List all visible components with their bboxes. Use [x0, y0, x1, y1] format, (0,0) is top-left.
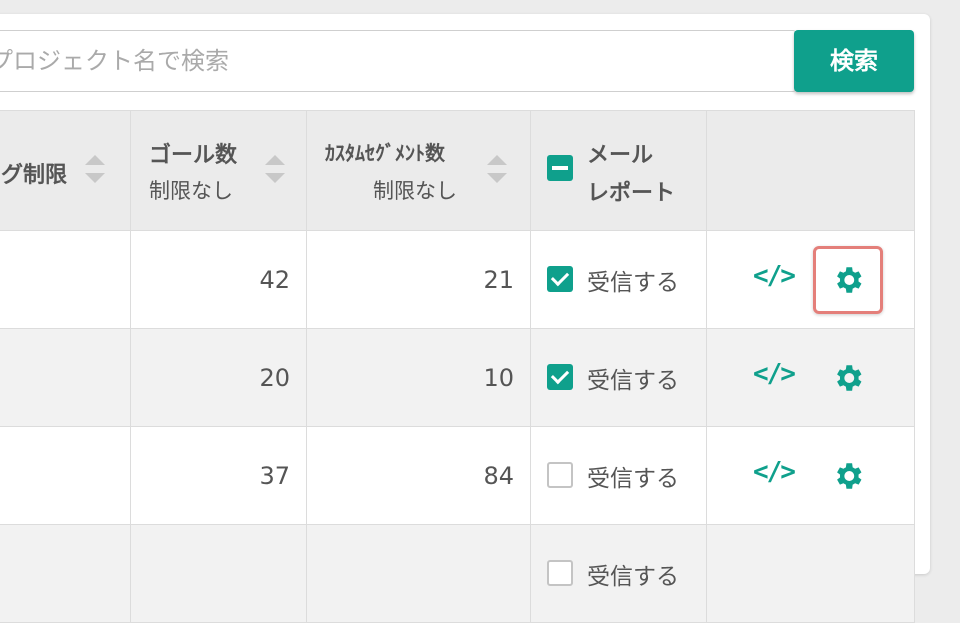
mail-report-label: 受信する — [587, 564, 679, 590]
select-all-checkbox[interactable] — [547, 155, 573, 181]
column-header-actions — [706, 110, 915, 231]
mail-report-label: 受信する — [587, 368, 679, 394]
column-header-label: ｶｽﾀﾑｾｸﾞﾒﾝﾄ数 — [325, 141, 445, 165]
segments-cell: 84 — [306, 426, 531, 525]
mail-report-cell: 受信する — [530, 426, 707, 525]
limit-cell — [0, 426, 131, 525]
actions-cell — [706, 524, 915, 623]
column-header-mail-report: メール レポート — [530, 110, 707, 231]
sort-icon[interactable] — [265, 155, 285, 189]
mail-report-checkbox[interactable] — [547, 364, 573, 390]
table-row: 42 21 受信する </> — [0, 230, 915, 329]
segments-cell: 21 — [306, 230, 531, 329]
search-placeholder: プロジェクト名で検索 — [0, 47, 229, 75]
column-header-label: グ制限 — [1, 163, 68, 188]
table-row: 37 84 受信する </> — [0, 426, 915, 525]
sort-icon[interactable] — [487, 155, 507, 189]
mail-report-cell: 受信する — [530, 524, 707, 623]
mail-report-cell: 受信する — [530, 230, 707, 329]
gear-icon[interactable] — [831, 263, 865, 297]
mail-report-checkbox[interactable] — [547, 560, 573, 586]
column-header-sub: 制限なし — [149, 179, 233, 203]
goals-cell: 37 — [130, 426, 307, 525]
column-header-label: ゴール数 — [149, 143, 238, 168]
actions-cell: </> — [706, 230, 915, 329]
goals-cell: 42 — [130, 230, 307, 329]
sort-icon[interactable] — [85, 155, 105, 189]
project-table: グ制限 ゴール数 制限なし ｶｽﾀﾑｾｸﾞﾒﾝﾄ数 制限なし メール レポート — [0, 110, 915, 623]
limit-cell — [0, 230, 131, 329]
mail-report-cell: 受信する — [530, 328, 707, 427]
column-header-limit[interactable]: グ制限 — [0, 110, 131, 231]
column-header-sub: 制限なし — [373, 179, 457, 203]
limit-cell — [0, 524, 131, 623]
segments-cell: 10 — [306, 328, 531, 427]
goals-cell — [130, 524, 307, 623]
gear-icon[interactable] — [831, 361, 865, 395]
code-icon[interactable]: </> — [753, 261, 796, 291]
code-icon[interactable]: </> — [753, 457, 796, 487]
actions-cell: </> — [706, 426, 915, 525]
table-row: 20 10 受信する </> — [0, 328, 915, 427]
mail-report-checkbox[interactable] — [547, 462, 573, 488]
column-header-segments[interactable]: ｶｽﾀﾑｾｸﾞﾒﾝﾄ数 制限なし — [306, 110, 531, 231]
column-header-label: レポート — [587, 181, 676, 206]
gear-icon[interactable] — [831, 459, 865, 493]
actions-cell: </> — [706, 328, 915, 427]
mail-report-checkbox[interactable] — [547, 266, 573, 292]
search-button[interactable]: 検索 — [794, 30, 914, 92]
column-header-label: メール — [587, 143, 654, 168]
search-input[interactable]: プロジェクト名で検索 — [0, 30, 796, 92]
table-row: 受信する — [0, 524, 915, 623]
goals-cell: 20 — [130, 328, 307, 427]
table-header-row: グ制限 ゴール数 制限なし ｶｽﾀﾑｾｸﾞﾒﾝﾄ数 制限なし メール レポート — [0, 110, 915, 231]
mail-report-label: 受信する — [587, 270, 679, 296]
code-icon[interactable]: </> — [753, 359, 796, 389]
mail-report-label: 受信する — [587, 466, 679, 492]
limit-cell — [0, 328, 131, 427]
column-header-goals[interactable]: ゴール数 制限なし — [130, 110, 307, 231]
segments-cell — [306, 524, 531, 623]
